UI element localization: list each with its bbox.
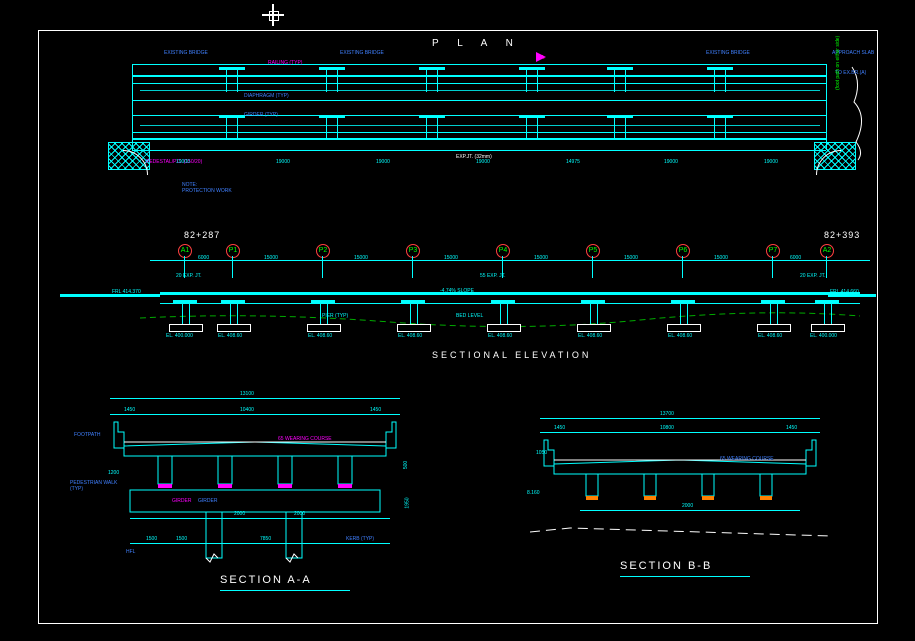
label-wc-a: 65 WEARING COURSE (278, 436, 332, 442)
plan-title: P L A N (432, 38, 521, 49)
label-footpath-note: (foot path on either side) (835, 36, 841, 90)
label-hfl: HFL (126, 549, 135, 555)
label-existing-bridge-3: EXISTING BRIDGE (706, 50, 750, 56)
section-b-title: SECTION B-B (620, 560, 712, 572)
marker-a2: A2 (820, 244, 834, 258)
label-diaphragm: DIAPHRAGM (TYP) (244, 93, 289, 99)
marker-p5: P5 (586, 244, 600, 258)
section-b-svg (530, 436, 840, 556)
marker-a1: A1 (178, 244, 192, 258)
label-existing-bridge-2: EXISTING BRIDGE (340, 50, 384, 56)
label-protection: NOTE: PROTECTION WORK (182, 182, 232, 194)
label-girder-a2: GIRDER (172, 498, 191, 504)
label-pedestrian: PEDESTRIAN WALK (TYP) (70, 480, 117, 492)
station-left: 82+287 (184, 230, 220, 240)
depth-b: 8.160 (527, 490, 540, 496)
cad-cursor (262, 4, 284, 26)
cad-drawing-canvas: { "plan":{ "title":"P L A N", "labels":{… (0, 0, 915, 641)
label-kerb: KERB (TYP) (346, 536, 374, 542)
marker-p4: P4 (496, 244, 510, 258)
label-rail-b: 1050 (536, 450, 547, 456)
section-a-svg (100, 418, 420, 578)
label-railing: RAILING (TYP) (268, 60, 302, 66)
marker-p2: P2 (316, 244, 330, 258)
label-pedestal: PEDESTAL/P.C. (150/20) (146, 159, 202, 165)
marker-p3: P3 (406, 244, 420, 258)
marker-p6: P6 (676, 244, 690, 258)
elevation-title: SECTIONAL ELEVATION (432, 350, 591, 360)
label-girder-a: GIRDER (198, 498, 217, 504)
label-girder: GIRDER (TYP) (244, 112, 278, 118)
exp-jt-left: 20 EXP. JT. (176, 273, 201, 279)
label-wc-b: 65 WEARING COURSE (720, 456, 774, 462)
station-right: 82+393 (824, 230, 860, 240)
label-footpath-a: FOOTPATH (74, 432, 100, 438)
exp-jt-mid: 55 EXP. JT. (480, 273, 505, 279)
exp-jt-right: 20 EXP. JT. (800, 273, 825, 279)
marker-p1: P1 (226, 244, 240, 258)
marker-p7: P7 (766, 244, 780, 258)
section-a-title: SECTION A-A (220, 574, 312, 586)
label-existing-bridge-1: EXISTING BRIDGE (164, 50, 208, 56)
